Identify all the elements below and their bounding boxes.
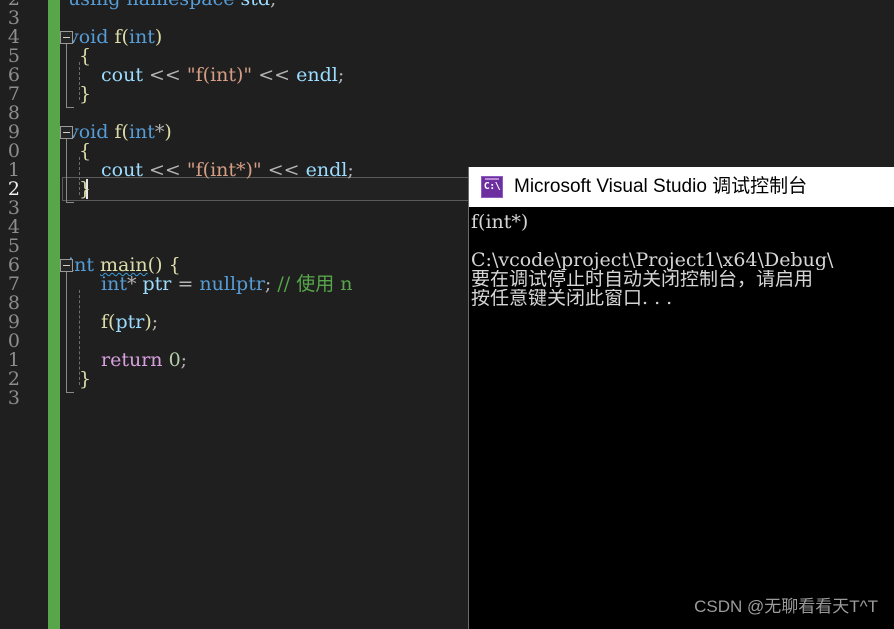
code-line[interactable]: using namespace std; (68, 0, 276, 9)
code-line[interactable]: int* ptr = nullptr; // 使用 n (101, 275, 353, 294)
code-token: nullptr (199, 273, 265, 295)
code-token: ) (154, 26, 163, 48)
code-block-guide-foot (66, 202, 74, 203)
code-token: "f(int*)" (186, 159, 262, 181)
code-token: return (101, 349, 163, 371)
indent-guide (79, 62, 80, 100)
console-window-icon: C:\ (481, 176, 503, 198)
console-output-line: 按任意键关闭此窗口. . . (471, 289, 673, 308)
code-token: ptr (115, 311, 145, 333)
console-output-line: C:\vcode\project\Project1\x64\Debug\ (471, 251, 834, 270)
code-token: * (154, 121, 165, 143)
code-token: "f(int)" (186, 64, 253, 86)
code-token: ; (180, 349, 188, 371)
code-line[interactable]: } (79, 85, 91, 104)
watermark-text: CSDN @无聊看看天T^T (694, 597, 878, 616)
code-token: cout (101, 159, 143, 181)
code-line[interactable]: { (79, 47, 91, 66)
code-token: << (149, 64, 181, 86)
fold-toggle-icon[interactable] (60, 126, 73, 139)
debug-console-window[interactable]: C:\ Microsoft Visual Studio 调试控制台 f(int*… (468, 167, 894, 629)
console-title-bar[interactable]: C:\ Microsoft Visual Studio 调试控制台 (469, 167, 894, 207)
code-token: using (68, 0, 120, 10)
indent-guide (79, 290, 80, 385)
code-token: int (101, 273, 127, 295)
code-token: 0 (168, 349, 181, 371)
code-token: } (79, 83, 92, 105)
code-token: // 使用 n (277, 273, 353, 295)
fold-toggle-icon[interactable] (60, 259, 73, 272)
code-line[interactable]: } (79, 370, 91, 389)
code-block-guide (66, 44, 67, 107)
code-block-guide-foot (66, 392, 74, 393)
code-token: ( (121, 121, 129, 143)
code-token: ; (337, 64, 345, 86)
code-token: } (79, 368, 92, 390)
code-block-guide (66, 139, 67, 202)
console-output-line: 要在调试停止时自动关闭控制台，请启用 (471, 270, 814, 289)
code-token: f (101, 311, 109, 333)
indent-guide (79, 157, 80, 195)
code-token: ; (270, 0, 276, 10)
code-token: { (79, 140, 92, 162)
code-token: ) (164, 121, 172, 143)
code-token: cout (101, 64, 143, 86)
screenshot-root: 2345678901234567890123 using namespace s… (0, 0, 894, 629)
code-token: << (267, 159, 300, 181)
code-token: f (114, 121, 122, 143)
code-token: int (128, 121, 155, 143)
line-number: 3 (7, 387, 20, 409)
console-output-line: f(int*) (471, 213, 529, 232)
code-token: } (79, 178, 92, 200)
code-line[interactable]: return 0; (101, 351, 187, 370)
code-token: f (114, 26, 122, 48)
code-token: = (177, 273, 194, 295)
code-token: { (79, 45, 92, 67)
code-token: ) (144, 311, 152, 333)
fold-toggle-icon[interactable] (60, 31, 73, 44)
code-token: ( (121, 26, 129, 48)
code-line[interactable]: { (79, 142, 91, 161)
code-token: endl (305, 159, 348, 181)
code-block-guide-foot (66, 107, 74, 108)
code-line[interactable]: cout << "f(int)" << endl; (101, 66, 344, 85)
code-line[interactable]: f(ptr); (101, 313, 158, 332)
code-token: ptr (142, 273, 172, 295)
code-line[interactable]: cout << "f(int*)" << endl; (101, 161, 354, 180)
console-title-text: Microsoft Visual Studio 调试控制台 (514, 176, 808, 197)
code-token: endl (296, 64, 338, 86)
code-token: ; (151, 311, 159, 333)
code-token: ; (347, 159, 354, 181)
code-token: int (128, 26, 155, 48)
console-icon-glyph: C:\ (483, 181, 501, 192)
code-token: namespace (127, 0, 235, 10)
code-token: << (258, 64, 291, 86)
console-output-area[interactable]: f(int*) C:\vcode\project\Project1\x64\De… (469, 207, 894, 629)
code-token: std (241, 0, 271, 10)
code-block-guide (66, 272, 67, 392)
code-token: << (149, 159, 181, 181)
line-number-gutter: 2345678901234567890123 (0, 0, 46, 629)
code-line[interactable]: } (79, 180, 91, 199)
change-indicator-bar (48, 0, 60, 629)
